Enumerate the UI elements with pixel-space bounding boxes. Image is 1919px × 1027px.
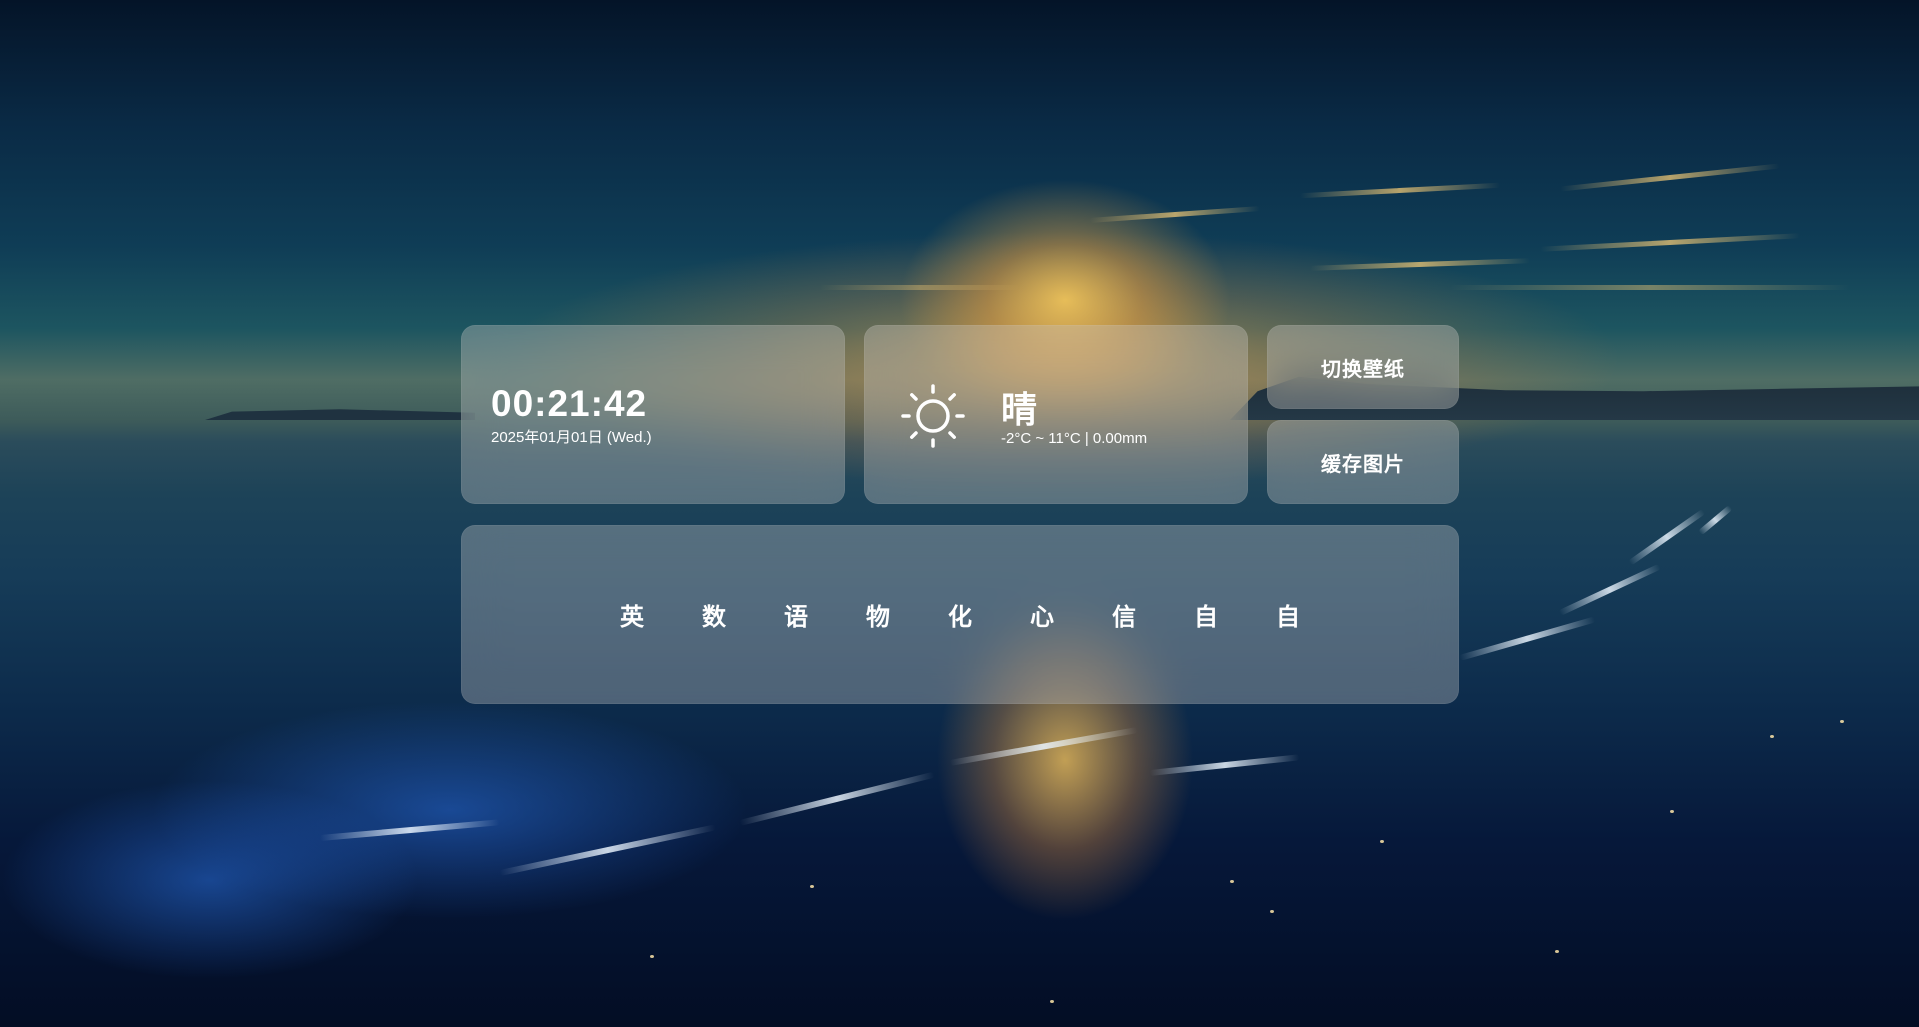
- subject-item[interactable]: 心: [1001, 597, 1083, 632]
- switch-wallpaper-button[interactable]: 切换壁纸: [1267, 325, 1459, 409]
- water-glow: [0, 780, 420, 980]
- subject-item[interactable]: 自: [1247, 597, 1329, 632]
- wave-foam: [949, 727, 1138, 766]
- wave-foam: [739, 771, 935, 826]
- subject-item[interactable]: 语: [755, 597, 837, 632]
- subjects-card: 英 数 语 物 化 心 信 自 自: [461, 525, 1459, 704]
- wave-foam: [1698, 504, 1733, 536]
- clock-date: 2025年01月01日 (Wed.): [491, 429, 652, 446]
- clock-time: 00:21:42: [491, 383, 648, 424]
- subject-item[interactable]: 化: [919, 597, 1001, 632]
- cloud-streak: [1090, 206, 1260, 223]
- wave-foam: [1149, 754, 1300, 776]
- weather-card: 晴 -2°C ~ 11°C | 0.00mm: [864, 325, 1248, 504]
- sun-icon: [901, 384, 965, 448]
- shell-speck: [1555, 950, 1559, 953]
- distant-hills-left: [205, 409, 475, 420]
- weather-temperature-range: -2°C ~ 11°C | 0.00mm: [1001, 430, 1148, 447]
- shell-speck: [1770, 735, 1774, 738]
- wave-foam: [1558, 563, 1661, 616]
- shell-speck: [1230, 880, 1234, 883]
- shell-speck: [810, 885, 814, 888]
- wave-foam: [1628, 508, 1706, 566]
- shell-speck: [1050, 1000, 1054, 1003]
- subject-item[interactable]: 物: [837, 597, 919, 632]
- subject-item[interactable]: 自: [1165, 597, 1247, 632]
- clock-card: 00:21:42 2025年01月01日 (Wed.): [461, 325, 845, 504]
- shell-speck: [650, 955, 654, 958]
- shell-speck: [1670, 810, 1674, 813]
- weather-description: 晴: [1001, 389, 1038, 430]
- cloud-streak: [820, 285, 1020, 290]
- shell-speck: [1380, 840, 1384, 843]
- shell-speck: [1840, 720, 1844, 723]
- shell-speck: [1270, 910, 1274, 913]
- subject-list: 英 数 语 物 化 心 信 自 自: [591, 597, 1329, 632]
- cloud-streak: [1309, 258, 1531, 271]
- subject-item[interactable]: 信: [1083, 597, 1165, 632]
- subject-item[interactable]: 英: [591, 597, 673, 632]
- wave-foam: [1459, 616, 1596, 661]
- cache-image-button[interactable]: 缓存图片: [1267, 420, 1459, 504]
- cloud-streak: [1300, 182, 1500, 199]
- subject-item[interactable]: 数: [673, 597, 755, 632]
- cloud-streak: [1540, 233, 1800, 252]
- cloud-streak: [1450, 285, 1850, 290]
- wallpaper-background: [0, 0, 1919, 1027]
- cloud-streak: [1560, 163, 1780, 192]
